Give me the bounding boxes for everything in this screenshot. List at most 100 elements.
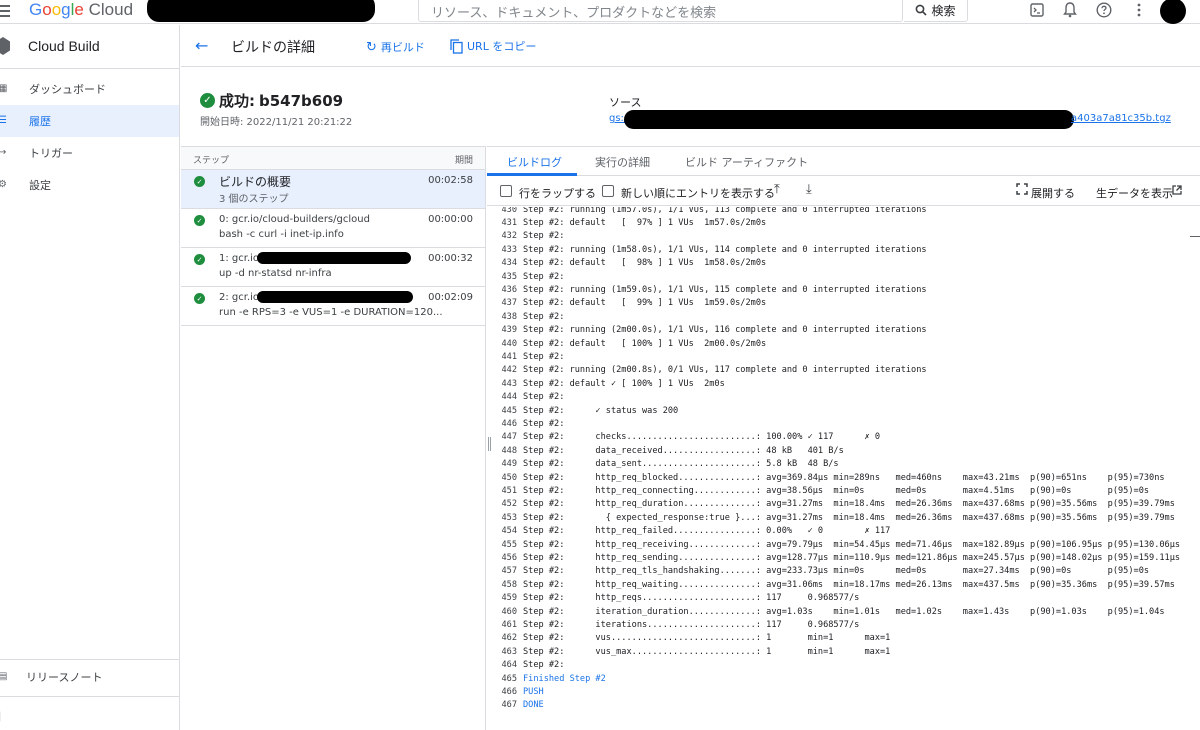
back-arrow-icon[interactable]: ← [195,36,208,55]
start-time: 開始日時: 2022/11/21 20:21:22 [200,117,353,128]
search-button[interactable]: 検索 [904,0,968,22]
log-toolbar: 行をラップする 新しい順にエントリを表示する ⤒ ⤓ 展開する 生データを表示 [487,176,1200,206]
log-line-number: 453 [501,512,517,523]
avatar[interactable] [1160,0,1186,24]
cloud-build-icon [0,37,10,55]
log-line-text: Step #2: vus_max........................… [523,646,891,657]
sidebar-divider [0,68,179,69]
sidebar-divider [0,659,179,660]
wrap-lines-checkbox[interactable] [500,185,512,197]
sidebar-item-settings[interactable]: ⚙ 設定 [0,169,179,201]
sidebar: Cloud Build ▦ ダッシュボード ☰ 履歴 → トリガー ⚙ 設定 ▤… [0,25,180,730]
log-line-number: 455 [501,539,517,550]
log-line-text: Step #2: http_req_failed................… [523,526,891,537]
log-line-number: 467 [501,700,517,711]
wrap-lines-label: 行をラップする [519,187,596,200]
log-line: 439 Step #2: running (2m00.0s), 1/1 VUs, … [487,324,1191,337]
refresh-icon: ↻ [366,39,377,55]
log-line-text: Step #2: iterations.....................… [523,619,860,630]
log-line: 447 Step #2: checks......................… [487,431,1191,444]
log-line-text: Step #2: data_received..................… [523,445,844,456]
tab-build-artifacts[interactable]: ビルド アーティファクト [685,154,808,170]
tab-build-log[interactable]: ビルドログ [507,154,562,170]
log-line: 467 DONE [487,699,1191,712]
rebuild-button[interactable]: ↻ 再ビルド [366,39,425,55]
scrollbar-thumb[interactable] [1190,236,1200,237]
log-line: 448 Step #2: data_received...............… [487,445,1191,458]
log-output[interactable]: 430 Step #2: running (1m57.0s), 1/1 VUs, … [487,207,1191,730]
more-vert-icon[interactable] [1129,0,1149,20]
expand-button[interactable]: 展開する [1031,185,1075,201]
log-line-number: 435 [501,271,517,282]
step-row-0[interactable]: ✓ 0: gcr.io/cloud-builders/gcloud bash -… [181,209,485,248]
status-label: 成功: [219,92,255,110]
search-input[interactable]: リソース、ドキュメント、プロダクトなどを検索 [418,0,903,22]
step-row-2[interactable]: ✓ 2: gcr.io/ run -e RPS=3 -e VUS=1 -e DU… [181,287,485,326]
log-line-text: Step #2: iteration_duration.............… [523,606,1165,617]
log-line-number: 444 [501,392,517,403]
scroll-to-top-icon[interactable]: ⤒ [774,182,780,197]
expand-icon[interactable] [1016,183,1028,199]
log-line-number: 458 [501,579,517,590]
sidebar-item-dashboard[interactable]: ▦ ダッシュボード [0,73,179,105]
log-line-text: Step #2: default [ 97% ] 1 VUs 1m57.0s/2… [523,217,767,228]
log-line-text: Step #2: [523,392,565,403]
view-raw-button[interactable]: 生データを表示 [1096,185,1173,201]
scroll-to-bottom-icon[interactable]: ⤓ [806,182,812,197]
help-icon[interactable] [1094,0,1114,20]
release-notes-icon: ▤ [0,671,8,682]
log-line-number: 460 [501,606,517,617]
cloud-shell-icon[interactable] [1027,0,1047,20]
notifications-icon[interactable] [1060,0,1080,20]
main-menu-icon[interactable] [0,2,12,18]
success-check-icon: ✓ [194,215,205,226]
log-line-number: 466 [501,686,517,697]
sidebar-item-release-notes[interactable]: ▤ リリースノート [0,661,179,693]
page-header: ← ビルドの詳細 ↻ 再ビルド URL をコピー [181,25,1200,67]
log-line-text: Step #2: http_req_waiting...............… [523,579,1175,590]
step-row-1[interactable]: ✓ 1: gcr.io/ up -d nr-statsd nr-infra 00… [181,248,485,287]
list-icon: ☰ [0,115,7,126]
log-line-number: 465 [501,673,517,684]
log-line: 455 Step #2: http_req_receiving..........… [487,539,1191,552]
sidebar-item-triggers[interactable]: → トリガー [0,137,179,169]
log-line-text: Step #2: [523,418,565,429]
tab-execution-details[interactable]: 実行の詳細 [595,154,650,170]
log-line-text: Step #2: http_req_tls_handshaking.......… [523,566,1150,577]
log-line: 432 Step #2: [487,230,1191,243]
copy-url-button[interactable]: URL をコピー [450,38,536,54]
log-line-number: 445 [501,405,517,416]
log-line-text: Step #2: default [ 99% ] 1 VUs 1m59.0s/2… [523,298,767,309]
sidebar-collapse-button[interactable]: | [0,701,179,730]
log-line: 452 Step #2: http_req_duration...........… [487,498,1191,511]
log-line-text: Step #2: http_req_connecting............… [523,485,1150,496]
project-selector-redacted[interactable] [147,0,375,22]
log-line-text: Step #2: http_reqs......................… [523,593,860,604]
log-line-number: 464 [501,660,517,671]
open-new-window-icon[interactable] [1172,184,1182,199]
source-link-suffix[interactable]: a403a7a81c35b.tgz [1071,113,1171,124]
log-line: 431 Step #2: default [ 97% ] 1 VUs 1m57.0… [487,217,1191,230]
log-line: 464 Step #2: [487,659,1191,672]
log-line-text: Step #2: http_req_sending...............… [523,552,1181,563]
google-cloud-logo[interactable]: Google Cloud [29,0,133,20]
sidebar-item-history[interactable]: ☰ 履歴 [0,105,179,137]
newest-first-checkbox[interactable] [602,185,614,197]
log-line-number: 443 [501,378,517,389]
log-line: 461 Step #2: iterations..................… [487,619,1191,632]
dashboard-icon: ▦ [0,83,8,94]
log-line: 441 Step #2: [487,351,1191,364]
panel-resize-handle[interactable] [488,437,491,451]
step-row-summary[interactable]: ✓ ビルドの概要 3 個のステップ 00:02:58 [181,170,485,209]
log-line-text: Step #2: [523,660,565,671]
log-line-text: Step #2: default ✓ [ 100% ] 1 VUs 2m0s [523,378,725,389]
log-line: 451 Step #2: http_req_connecting.........… [487,485,1191,498]
log-line: 456 Step #2: http_req_sending............… [487,552,1191,565]
log-line: 465 Finished Step #2 [487,673,1191,686]
log-line: 446 Step #2: [487,418,1191,431]
log-line-text: Step #2: [523,231,565,242]
log-line-number: 436 [501,284,517,295]
log-line-number: 437 [501,298,517,309]
log-line-text: Step #2: running (2m00.8s), 0/1 VUs, 117… [523,365,927,376]
log-line-number: 446 [501,418,517,429]
